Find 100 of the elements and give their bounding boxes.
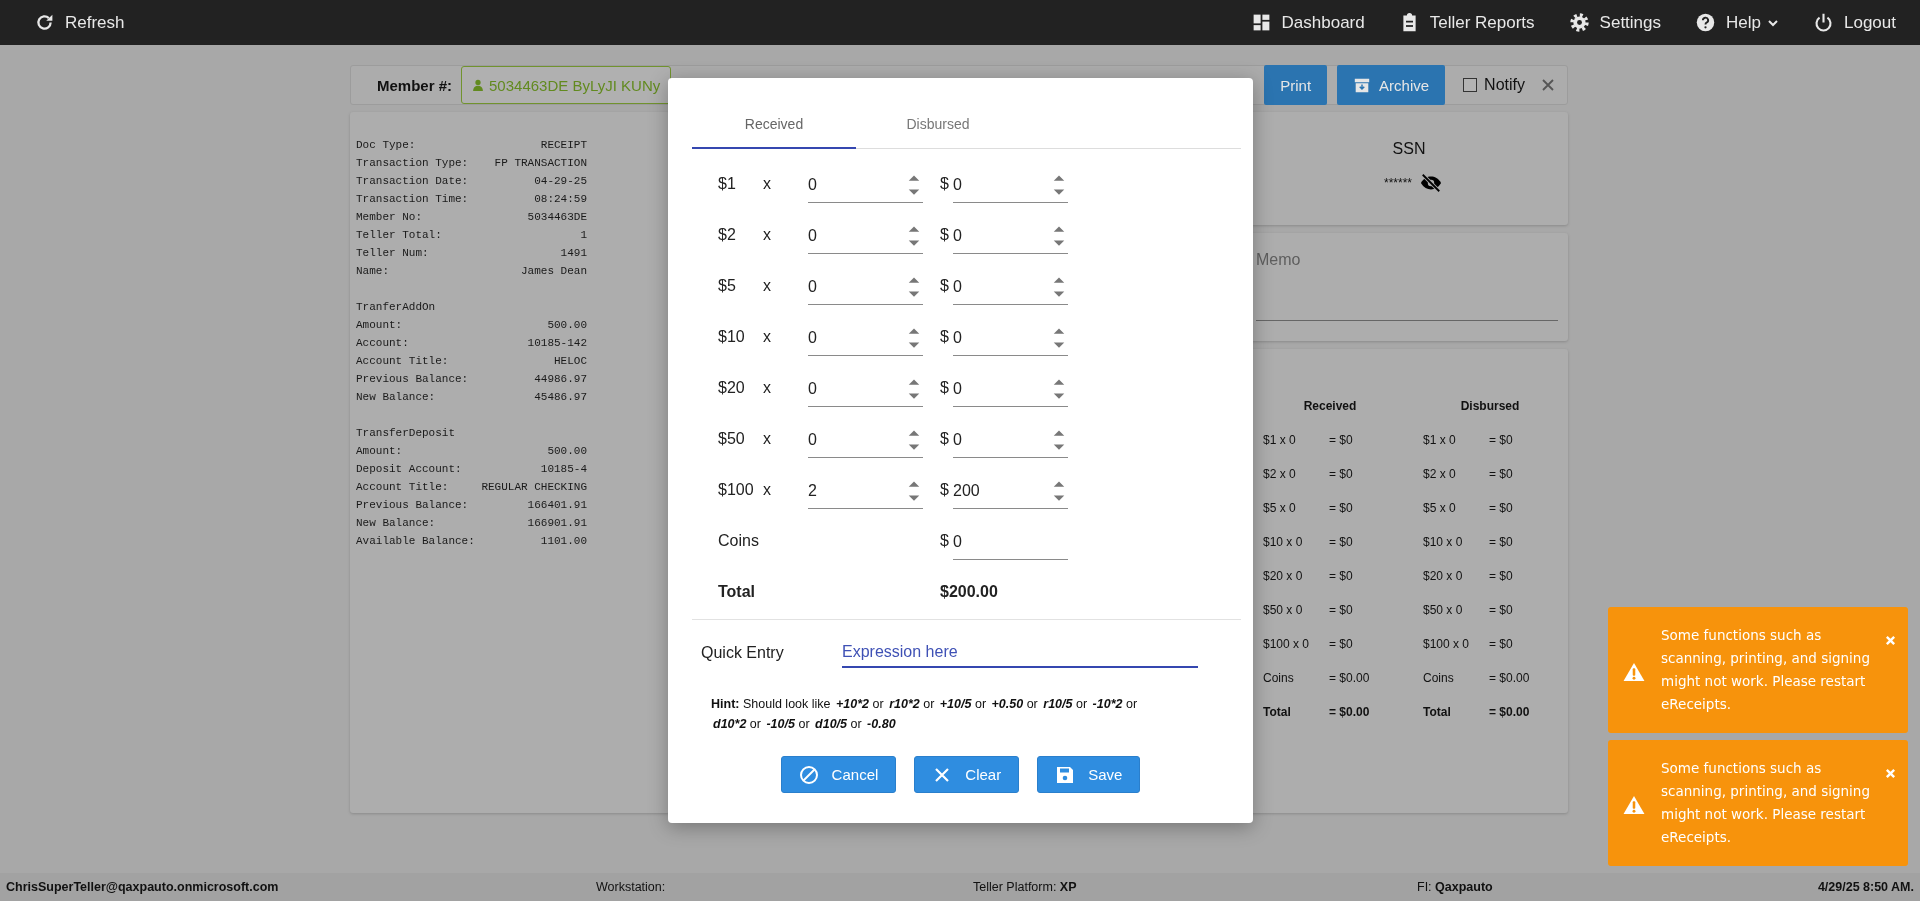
receipt-value: 166401.91 [527,498,587,513]
summary-item: $2 x 0 [1423,467,1457,481]
summary-item: $50 x 0 [1263,603,1304,617]
denomination-label: $10 [718,327,746,346]
receipt-value: RECEIPT [540,138,587,153]
summary-item: $2 x 0 [1263,467,1297,481]
total-value: $200.00 [940,582,998,601]
currency-sign: $ [940,327,950,346]
receipt-heading: TransferDeposit [356,426,457,441]
multiply-sign: x [763,378,772,397]
close-icon[interactable] [1541,78,1555,92]
receipt-value: FP TRANSACTION [494,156,587,171]
cancel-button[interactable]: Cancel [780,756,897,793]
summary-item: $10 x 0 [1423,535,1464,549]
summary-item: $5 x 0 [1263,501,1297,515]
summary-value: = $0 [1489,501,1513,515]
currency-sign: $ [940,531,950,550]
settings-link[interactable]: Settings [1568,12,1662,33]
receipt-value: 1491 [560,246,587,261]
summary-item: Coins [1263,671,1295,685]
summary-value: = $0 [1489,603,1513,617]
summary-item: $1 x 0 [1263,433,1297,447]
person-icon [472,79,485,91]
save-icon [1055,764,1076,785]
settings-icon [1568,12,1590,33]
date-time: 4/29/25 8:50 AM. [1817,880,1914,894]
receipt-label: Teller Num: [356,246,429,261]
currency-sign: $ [940,429,950,448]
receipt-label: Previous Balance: [356,498,469,513]
toast-message: Some functions such as scanning, printing, and signing might not work. Please restart eReceipts. [1661,759,1871,847]
receipt-value: REGULAR CHECKING [481,480,587,495]
column-header: Disbursed [1459,399,1521,415]
receipt-label: New Balance: [356,390,436,405]
workstation-label: Workstation: [596,880,667,894]
receipt-value: HELOC [554,354,587,369]
clear-button[interactable]: Clear [914,756,1020,793]
logout-link[interactable]: Logout [1813,12,1896,33]
denomination-label: $50 [718,429,746,448]
receipt-label: Previous Balance: [356,372,469,387]
teller-reports-link[interactable]: Teller Reports [1398,12,1535,33]
receipt-label: Deposit Account: [356,462,462,477]
multiply-sign: x [763,225,772,244]
coins-field[interactable]: 0 [953,525,1068,560]
summary-value: = $0 [1489,569,1513,583]
multiply-sign: x [763,276,772,295]
total-label: Total [718,582,757,601]
archive-button[interactable]: Archive [1337,65,1446,105]
receipt-heading: TranferAddOn [356,300,437,315]
currency-sign: $ [940,174,950,193]
summary-value: = $0 [1489,433,1513,447]
refresh-button[interactable]: Refresh [34,12,125,33]
power-icon [1813,12,1834,33]
currency-sign: $ [940,276,950,295]
summary-value: = $0 [1489,467,1513,481]
receipt-value: 10185-142 [527,336,587,351]
receipt-value: 500.00 [547,444,587,459]
receipt-value: 45486.97 [534,390,587,405]
currency-sign: $ [940,480,950,499]
receipt-label: Amount: [356,444,403,459]
multiply-sign: x [763,429,772,448]
receipt-label: Amount: [356,318,403,333]
refresh-icon [34,12,55,33]
receipt-label: Member No: [356,210,422,225]
receipt-label: Name: [356,264,389,279]
summary-item: $5 x 0 [1423,501,1457,515]
receipt-value: James Dean [521,264,587,279]
teller-platform: Teller Platform: XP [973,880,1078,894]
summary-item: $20 x 0 [1423,569,1464,583]
receipt-label: Transaction Type: [356,156,469,171]
summary-value: = $0.00 [1329,705,1370,719]
receipt-value: 1 [580,228,587,243]
print-button[interactable]: Print [1264,65,1328,105]
hint-text: Hint: Should look like +10*2 or r10*2 or +10/5 or +0.50 or r10/5 or -10*2 or d10*2 or -10/5 or d10/5 or -0.80 [711,696,1139,733]
help-menu[interactable]: Help [1695,12,1779,33]
summary-item: $20 x 0 [1263,569,1304,583]
eye-slash-icon[interactable] [1420,172,1442,194]
user-email: ChrisSuperTeller@qaxpauto.onmicrosoft.com [6,880,280,894]
receipt-value: 04-29-25 [534,174,587,189]
dashboard-link[interactable]: Dashboard [1250,12,1365,33]
summary-item: $1 x 0 [1423,433,1457,447]
summary-value: = $0 [1329,433,1353,447]
notify-checkbox[interactable] [1463,78,1478,92]
receipt-value: 166901.91 [527,516,587,531]
save-button[interactable]: Save [1037,756,1141,793]
receipt-label: Transaction Date: [356,174,469,189]
warning-icon [1623,662,1645,682]
receipt-label: Account Title: [356,480,449,495]
denomination-label: $2 [718,225,737,244]
tab[interactable]: Disbursed [856,100,1020,149]
receipt-label: Account Title: [356,354,449,369]
coins-label: Coins [718,531,760,550]
tab[interactable]: Received [692,100,856,149]
receipt-value: 1101.00 [540,534,587,549]
denomination-label: $1 [718,174,737,193]
multiply-sign: x [763,327,772,346]
summary-item: $100 x 0 [1423,637,1471,651]
archive-icon [1353,76,1372,94]
currency-sign: $ [940,378,950,397]
summary-item: $10 x 0 [1263,535,1304,549]
receipt-label: Transaction Time: [356,192,469,207]
